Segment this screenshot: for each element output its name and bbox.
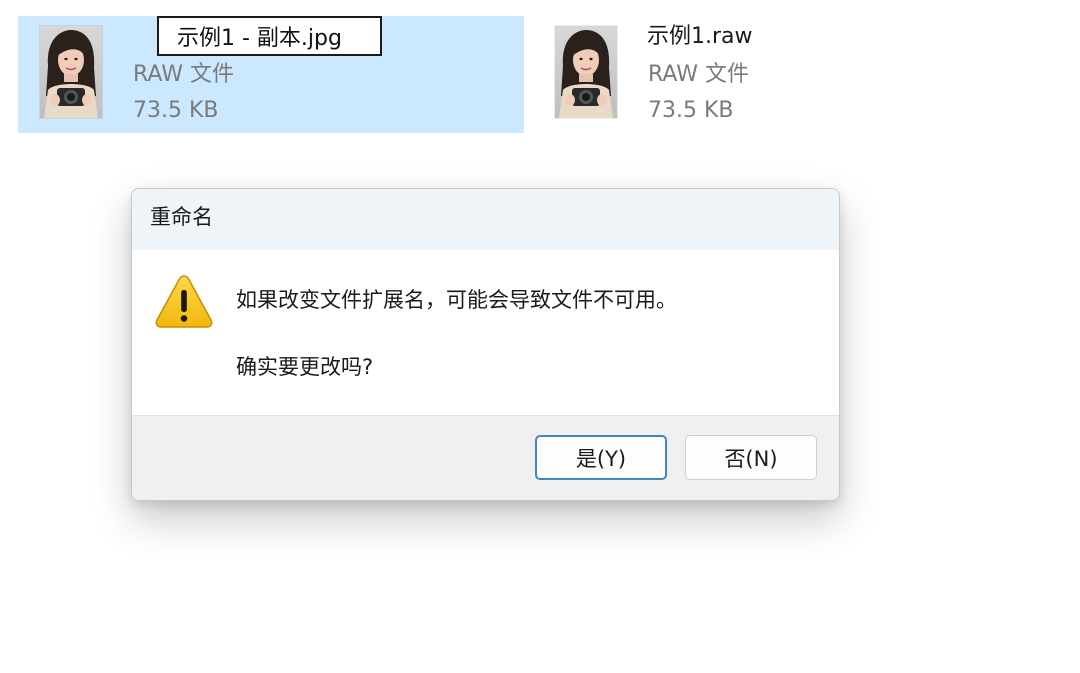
file-thumbnail — [555, 26, 617, 118]
dialog-body: 如果改变文件扩展名，可能会导致文件不可用。 确实要更改吗? — [132, 250, 839, 415]
file-size-label: 73.5 KB — [648, 98, 734, 123]
file-item-raw[interactable]: 示例1.raw RAW 文件 73.5 KB — [533, 16, 1039, 133]
dialog-title: 重命名 — [150, 205, 213, 229]
file-size-label: 73.5 KB — [133, 98, 219, 123]
dialog-footer: 是(Y) 否(N) — [132, 415, 839, 500]
dialog-message: 如果改变文件扩展名，可能会导致文件不可用。 — [236, 288, 677, 312]
explorer-window: RAW 文件 73.5 KB — [0, 0, 1080, 673]
file-name-label: 示例1.raw — [647, 24, 753, 49]
portrait-thumbnail-image — [555, 26, 617, 118]
file-type-label: RAW 文件 — [133, 62, 234, 87]
dialog-titlebar[interactable]: 重命名 — [132, 189, 839, 250]
no-button[interactable]: 否(N) — [685, 435, 817, 480]
yes-button[interactable]: 是(Y) — [535, 435, 667, 480]
rename-confirm-dialog: 重命名 如果改变文件扩展名，可能会导致文件不可用。 确实要更改吗? 是(Y) 否… — [131, 188, 840, 501]
portrait-thumbnail-image — [40, 26, 102, 118]
file-type-label: RAW 文件 — [648, 62, 749, 87]
dialog-question: 确实要更改吗? — [236, 355, 374, 379]
rename-input[interactable] — [157, 16, 382, 56]
file-item-copy-jpg[interactable]: RAW 文件 73.5 KB — [18, 16, 524, 133]
warning-icon — [155, 275, 213, 328]
file-thumbnail — [40, 26, 102, 118]
